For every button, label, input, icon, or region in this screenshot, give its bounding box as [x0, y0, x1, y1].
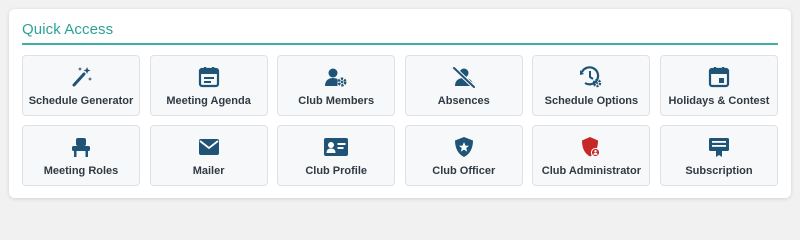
tile-schedule-options[interactable]: Schedule Options: [532, 55, 651, 116]
tile-label: Holidays & Contest: [668, 95, 770, 107]
tile-label: Meeting Agenda: [166, 95, 251, 107]
chair-icon: [70, 136, 92, 158]
tile-club-members[interactable]: Club Members: [277, 55, 396, 116]
title-divider: [22, 43, 778, 45]
tile-label: Club Officer: [432, 165, 496, 177]
section-title: Quick Access: [22, 21, 114, 38]
magic-wand-icon: [69, 66, 93, 88]
calendar-list-icon: [198, 66, 220, 88]
tile-club-administrator[interactable]: Club Administrator: [532, 125, 651, 186]
tile-club-officer[interactable]: Club Officer: [404, 125, 523, 186]
tile-subscription[interactable]: Subscription: [659, 125, 778, 186]
user-gear-icon: [324, 66, 348, 88]
tile-label: Subscription: [685, 165, 753, 177]
tile-absences[interactable]: Absences: [404, 55, 523, 116]
user-slash-icon: [451, 66, 477, 88]
tile-schedule-generator[interactable]: Schedule Generator: [22, 55, 140, 116]
tile-mailer[interactable]: Mailer: [149, 125, 268, 186]
tile-label: Absences: [437, 95, 490, 107]
shield-star-icon: [453, 136, 475, 158]
tile-label: Club Members: [298, 95, 375, 107]
tile-label: Meeting Roles: [43, 165, 119, 177]
tile-holidays-contest[interactable]: Holidays & Contest: [659, 55, 778, 116]
envelope-icon: [197, 136, 221, 158]
tile-club-profile[interactable]: Club Profile: [277, 125, 396, 186]
tile-label: Club Administrator: [541, 165, 641, 177]
shield-user-icon: [580, 136, 602, 158]
id-card-icon: [323, 136, 349, 158]
certificate-icon: [707, 136, 731, 158]
tile-label: Schedule Options: [544, 95, 639, 107]
quick-access-grid: Schedule Generator Meeting Agenda Club M…: [22, 55, 778, 186]
quick-access-card: Quick Access Schedule Generator Meeting …: [9, 9, 791, 198]
tile-meeting-agenda[interactable]: Meeting Agenda: [149, 55, 268, 116]
tile-label: Schedule Generator: [28, 95, 134, 107]
tile-label: Club Profile: [305, 165, 368, 177]
calendar-day-icon: [708, 66, 730, 88]
clock-gear-icon: [579, 66, 603, 88]
tile-label: Mailer: [192, 165, 225, 177]
tile-meeting-roles[interactable]: Meeting Roles: [22, 125, 140, 186]
